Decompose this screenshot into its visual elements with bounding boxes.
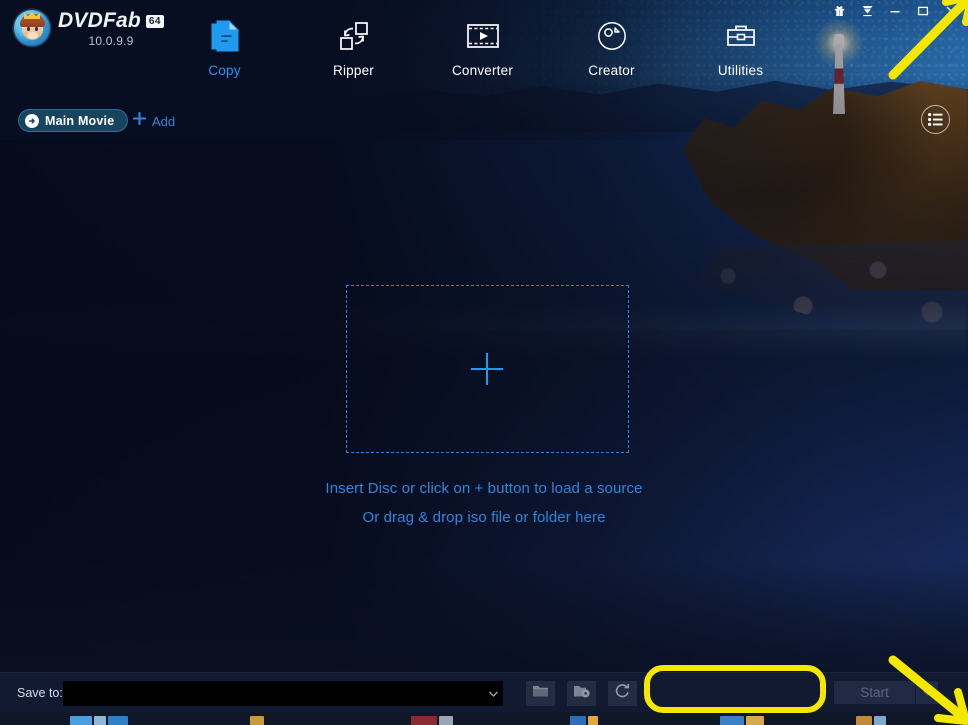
chevron-down-icon[interactable] bbox=[484, 682, 502, 705]
sub-toolbar: Main Movie Add bbox=[0, 101, 968, 139]
taskbar-icon[interactable] bbox=[746, 716, 764, 725]
taskbar-icon[interactable] bbox=[439, 716, 453, 725]
taskbar-icon[interactable] bbox=[856, 716, 872, 725]
dropzone-hint-line-2: Or drag & drop iso file or folder here bbox=[362, 509, 606, 526]
mode-selector-label: Main Movie bbox=[45, 113, 115, 128]
dropzone-hint-line-1: Insert Disc or click on + button to load… bbox=[325, 480, 643, 497]
taskbar-icon[interactable] bbox=[874, 716, 886, 725]
module-tab-ripper[interactable]: Ripper bbox=[289, 18, 418, 78]
start-dropdown-button[interactable] bbox=[916, 681, 938, 704]
module-tab-copy-label: Copy bbox=[208, 63, 241, 78]
save-as-iso-button[interactable] bbox=[567, 681, 596, 706]
module-tab-creator[interactable]: Creator bbox=[547, 18, 676, 78]
save-to-field[interactable] bbox=[63, 681, 503, 706]
dvdfab-window: DVDFab 64 10.0.9.9 Copy Ripper Converter… bbox=[0, 0, 968, 725]
utilities-toolbox-icon bbox=[725, 18, 757, 54]
list-menu-icon[interactable] bbox=[921, 105, 950, 134]
module-tab-converter[interactable]: Converter bbox=[418, 18, 547, 78]
add-source-label: Add bbox=[152, 113, 176, 129]
gift-icon[interactable] bbox=[826, 0, 852, 22]
module-tab-utilities-label: Utilities bbox=[717, 63, 764, 78]
main-workspace: Insert Disc or click on + button to load… bbox=[0, 139, 968, 672]
taskbar-icon[interactable] bbox=[108, 716, 128, 725]
module-tab-ripper-label: Ripper bbox=[333, 63, 374, 78]
header-bar: DVDFab 64 10.0.9.9 Copy Ripper Converter… bbox=[0, 0, 968, 101]
add-source-button[interactable]: Add bbox=[132, 111, 176, 130]
dvdfab-monkey-icon bbox=[14, 10, 50, 46]
module-nav: Copy Ripper Converter Creator Utilities bbox=[160, 18, 805, 78]
taskbar-icon[interactable] bbox=[588, 716, 598, 725]
save-to-label: Save to: bbox=[17, 686, 63, 700]
taskbar-icon[interactable] bbox=[94, 716, 106, 725]
folder-disc-icon bbox=[573, 684, 590, 703]
start-button[interactable]: Start bbox=[834, 681, 915, 704]
open-folder-button[interactable] bbox=[526, 681, 555, 706]
taskbar-icon[interactable] bbox=[411, 716, 437, 725]
app-logo[interactable]: DVDFab 64 10.0.9.9 bbox=[14, 10, 164, 48]
plus-icon bbox=[132, 111, 147, 130]
app-version: 10.0.9.9 bbox=[88, 34, 134, 48]
maximize-icon[interactable] bbox=[910, 0, 936, 22]
module-tab-converter-label: Converter bbox=[451, 63, 514, 78]
windows-taskbar bbox=[0, 712, 968, 725]
close-icon[interactable] bbox=[938, 0, 964, 22]
refresh-button[interactable] bbox=[608, 681, 637, 706]
taskbar-icon[interactable] bbox=[570, 716, 586, 725]
download-icon[interactable] bbox=[854, 0, 880, 22]
module-tab-copy[interactable]: Copy bbox=[160, 18, 289, 78]
mode-selector-main-movie[interactable]: Main Movie bbox=[18, 109, 129, 132]
minimize-icon[interactable] bbox=[882, 0, 908, 22]
save-to-input[interactable] bbox=[64, 682, 484, 705]
taskbar-icon[interactable] bbox=[250, 716, 264, 725]
taskbar-icon[interactable] bbox=[720, 716, 744, 725]
copy-document-icon bbox=[210, 18, 240, 54]
module-tab-utilities[interactable]: Utilities bbox=[676, 18, 805, 78]
taskbar-icon[interactable] bbox=[70, 716, 92, 725]
refresh-icon bbox=[614, 683, 631, 704]
module-tab-creator-label: Creator bbox=[588, 63, 635, 78]
brand-name: DVDFab bbox=[58, 9, 141, 32]
arrow-circle-icon bbox=[25, 113, 39, 128]
window-controls bbox=[826, 0, 964, 22]
folder-icon bbox=[532, 684, 549, 703]
footer-bar: Save to: bbox=[0, 672, 968, 712]
converter-film-icon bbox=[466, 18, 500, 54]
plus-icon[interactable] bbox=[471, 353, 503, 385]
app-title-block: DVDFab 64 10.0.9.9 bbox=[58, 10, 164, 48]
ripper-convert-icon bbox=[337, 18, 371, 54]
creator-disc-icon bbox=[596, 18, 628, 54]
